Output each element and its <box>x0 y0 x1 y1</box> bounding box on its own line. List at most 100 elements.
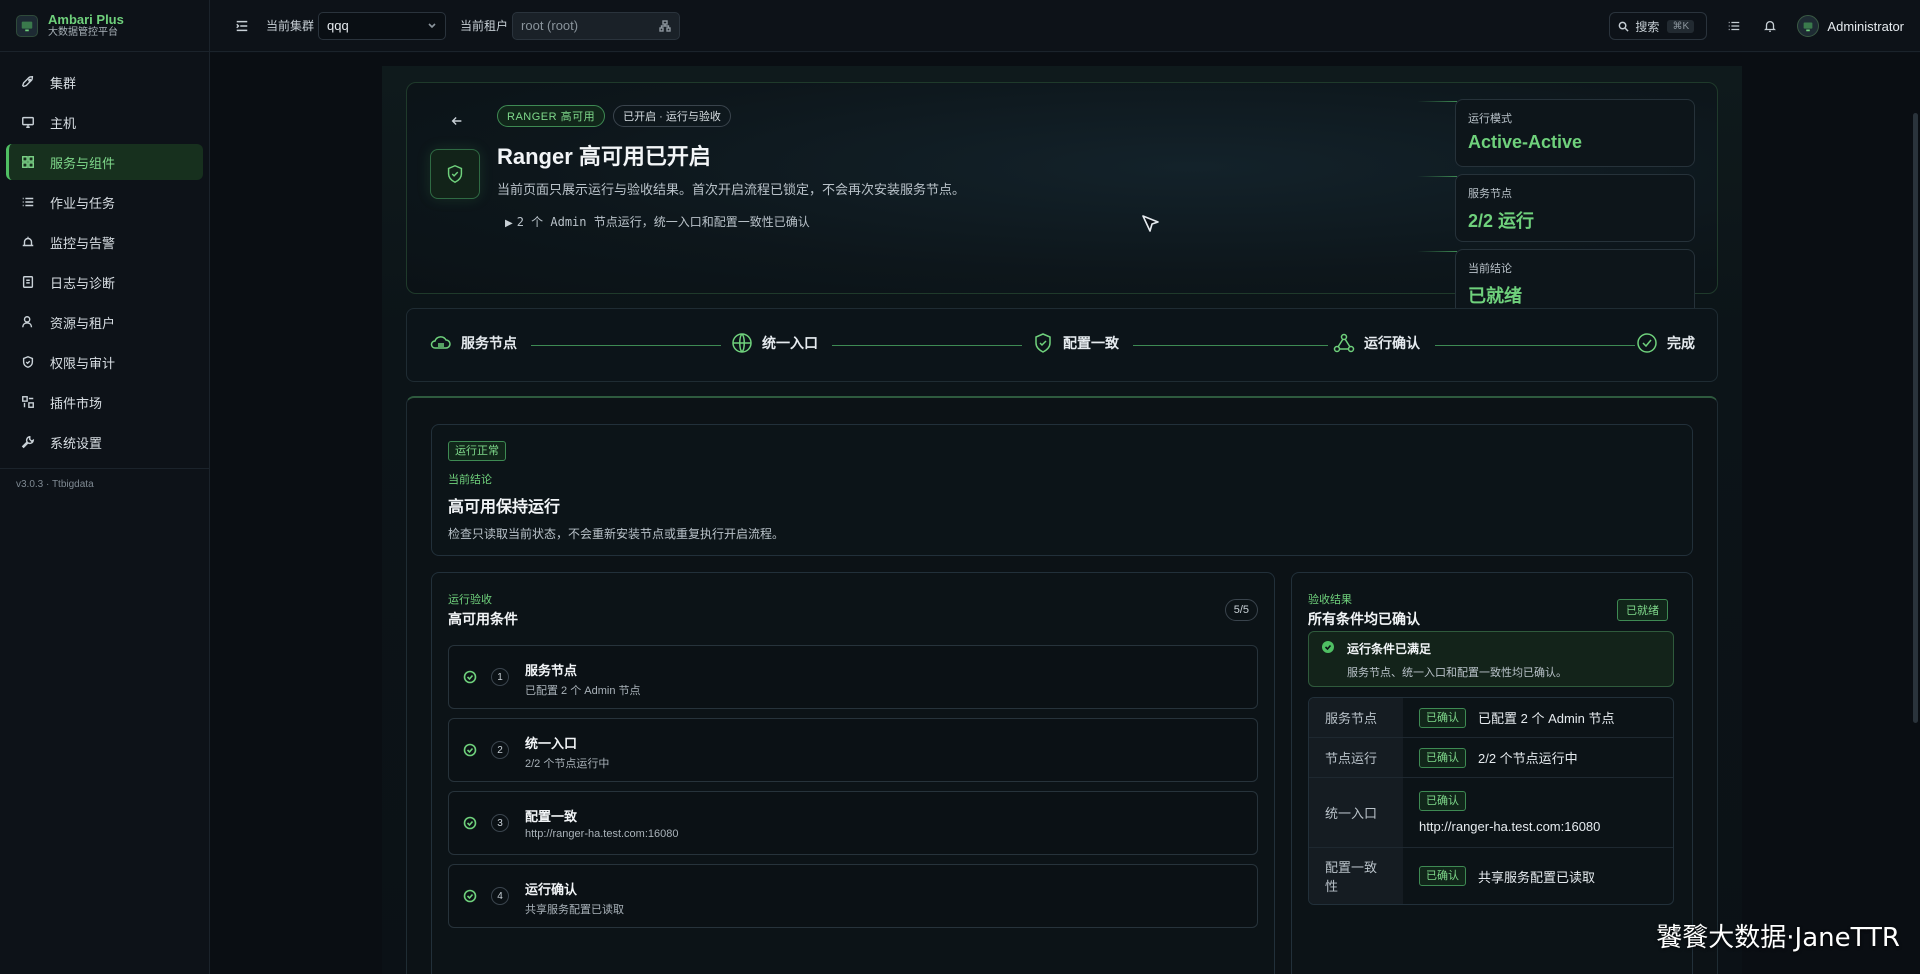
acceptance-card: 运行正常 当前结论 高可用保持运行 检查只读取当前状态，不会重新安装节点或重复执… <box>406 396 1718 974</box>
chevron-down-icon <box>428 22 436 28</box>
condition-subtitle: http://ranger-ha.test.com:16080 <box>525 828 679 840</box>
brand-subtitle: 大数据管控平台 <box>48 26 118 38</box>
topbar: 当前集群 qqq 当前租户 root (root) 搜索 ⌘K Administ… <box>210 0 1920 52</box>
grid-icon <box>20 154 36 170</box>
bell-icon[interactable] <box>1761 17 1779 35</box>
condition-item[interactable]: 2 统一入口 2/2 个节点运行中 <box>448 718 1258 782</box>
step-unified-entry[interactable]: 统一入口 <box>730 331 818 355</box>
hero-detail-toggle[interactable]: ▶ 2 个 Admin 节点运行，统一入口和配置一致性已确认 <box>505 213 810 230</box>
stat-conclusion: 当前结论 已就绪 <box>1455 249 1695 317</box>
cluster-select-value: qqq <box>327 18 349 33</box>
sidebar-item-permissions[interactable]: 权限与审计 <box>6 344 203 380</box>
cluster-select[interactable]: qqq <box>318 11 447 40</box>
condition-item[interactable]: 4 运行确认 共享服务配置已读取 <box>448 864 1258 928</box>
search-label: 搜索 <box>1635 19 1660 34</box>
topbar-right: 搜索 ⌘K Administrator <box>1609 0 1904 52</box>
sidebar-item-label: 系统设置 <box>50 435 103 451</box>
shield-check-icon <box>1035 333 1051 353</box>
sidebar: Ambari Plus 大数据管控平台 集群 主机 服务与组件 作业与任务 监控… <box>0 0 210 974</box>
step-service-nodes[interactable]: 服务节点 <box>429 331 517 355</box>
sidebar-item-plugins[interactable]: 插件市场 <box>6 384 203 420</box>
avatar[interactable] <box>1797 15 1820 37</box>
stat-service-nodes: 服务节点 2/2 运行 <box>1455 174 1695 242</box>
mouse-cursor-icon <box>1142 215 1159 232</box>
content-panel: RANGER 高可用 已开启 · 运行与验收 Ranger 高可用已开启 当前页… <box>382 66 1742 974</box>
results-key: 节点运行 <box>1309 738 1403 777</box>
stat-run-mode: 运行模式 Active-Active <box>1455 99 1695 167</box>
step-run-confirm[interactable]: 运行确认 <box>1332 331 1420 355</box>
task-list-icon[interactable] <box>1725 17 1743 35</box>
results-key: 服务节点 <box>1309 698 1403 737</box>
step-label: 完成 <box>1667 335 1695 351</box>
tenant-field[interactable]: root (root) <box>512 11 681 40</box>
success-alert: 运行条件已满足 服务节点、统一入口和配置一致性均已确认。 <box>1308 631 1674 687</box>
sidebar-item-label: 权限与审计 <box>50 355 116 371</box>
condition-item[interactable]: 1 服务节点 已配置 2 个 Admin 节点 <box>448 645 1258 709</box>
status-badge: 运行正常 <box>448 441 506 461</box>
condition-number: 2 <box>491 741 509 759</box>
check-circle-filled-icon <box>1321 640 1335 654</box>
condition-title: 运行确认 <box>525 882 578 897</box>
sidebar-item-hosts[interactable]: 主机 <box>6 104 203 140</box>
sidebar-item-jobs[interactable]: 作业与任务 <box>6 184 203 220</box>
step-connector <box>531 345 721 346</box>
stat-connector <box>1417 251 1457 252</box>
condition-item[interactable]: 3 配置一致 http://ranger-ha.test.com:16080 <box>448 791 1258 855</box>
step-connector <box>1133 345 1328 346</box>
tag-ranger-ha: RANGER 高可用 <box>497 105 606 127</box>
tag-status: 已开启 · 运行与验收 <box>613 105 731 127</box>
results-key: 配置一致性 <box>1309 848 1403 904</box>
app-root: Ambari Plus 大数据管控平台 集群 主机 服务与组件 作业与任务 监控… <box>0 0 1920 974</box>
shield-check-icon <box>430 149 480 199</box>
list-icon <box>20 194 36 210</box>
check-circle-icon <box>463 670 477 684</box>
stat-connector <box>1417 176 1457 177</box>
step-label: 运行确认 <box>1364 335 1420 351</box>
rocket-icon <box>20 74 36 90</box>
check-circle-icon <box>463 743 477 757</box>
step-connector <box>832 345 1022 346</box>
cloud-icon <box>430 336 451 349</box>
user-name[interactable]: Administrator <box>1827 19 1904 34</box>
condition-subtitle: 2/2 个节点运行中 <box>525 758 610 770</box>
results-value-text: 2/2 个节点运行中 <box>1478 751 1578 766</box>
results-title: 所有条件均已确认 <box>1308 611 1420 627</box>
step-complete[interactable]: 完成 <box>1635 331 1695 355</box>
stat-label: 运行模式 <box>1468 113 1512 125</box>
globe-icon <box>732 333 752 353</box>
watermark: 饕餮大数据·JaneTTR <box>1656 923 1900 953</box>
sidebar-item-logs[interactable]: 日志与诊断 <box>6 264 203 300</box>
stat-label: 当前结论 <box>1468 263 1512 275</box>
brand-logo-icon <box>16 14 38 37</box>
sidebar-item-services[interactable]: 服务与组件 <box>6 144 203 180</box>
menu-toggle-icon[interactable] <box>232 16 252 36</box>
step-label: 服务节点 <box>461 335 517 351</box>
sidebar-item-monitoring[interactable]: 监控与告警 <box>6 224 203 260</box>
results-row: 配置一致性 已确认 共享服务配置已读取 <box>1309 848 1673 904</box>
check-circle-icon <box>463 889 477 903</box>
search-button[interactable]: 搜索 ⌘K <box>1609 12 1708 40</box>
sidebar-item-label: 主机 <box>50 115 77 131</box>
sidebar-item-resources[interactable]: 资源与租户 <box>6 304 203 340</box>
search-shortcut: ⌘K <box>1667 19 1695 33</box>
sidebar-item-label: 集群 <box>50 75 77 91</box>
results-value: 已确认 共享服务配置已读取 <box>1403 848 1673 904</box>
brand[interactable]: Ambari Plus 大数据管控平台 <box>0 0 209 52</box>
summary-label: 当前结论 <box>448 474 492 486</box>
results-panel: 验收结果 所有条件均已确认 已就绪 运行条件已满足 服务节点、统一入口和配置一致… <box>1291 572 1693 974</box>
results-value: 已确认 http://ranger-ha.test.com:16080 <box>1403 778 1673 847</box>
scrollbar[interactable] <box>1913 113 1918 723</box>
main-content: RANGER 高可用 已开启 · 运行与验收 Ranger 高可用已开启 当前页… <box>210 53 1920 974</box>
summary-title: 高可用保持运行 <box>448 499 561 516</box>
sidebar-item-cluster[interactable]: 集群 <box>6 64 203 100</box>
page-title: Ranger 高可用已开启 <box>497 144 711 169</box>
tenant-label: 当前租户 <box>460 19 509 33</box>
back-arrow-icon[interactable] <box>449 113 465 129</box>
alert-title: 运行条件已满足 <box>1347 642 1432 656</box>
sidebar-item-settings[interactable]: 系统设置 <box>6 424 203 460</box>
condition-number: 4 <box>491 887 509 905</box>
log-icon <box>20 274 36 290</box>
step-label: 配置一致 <box>1063 335 1119 351</box>
step-config-consistency[interactable]: 配置一致 <box>1031 331 1119 355</box>
confirmed-badge: 已确认 <box>1419 747 1466 768</box>
